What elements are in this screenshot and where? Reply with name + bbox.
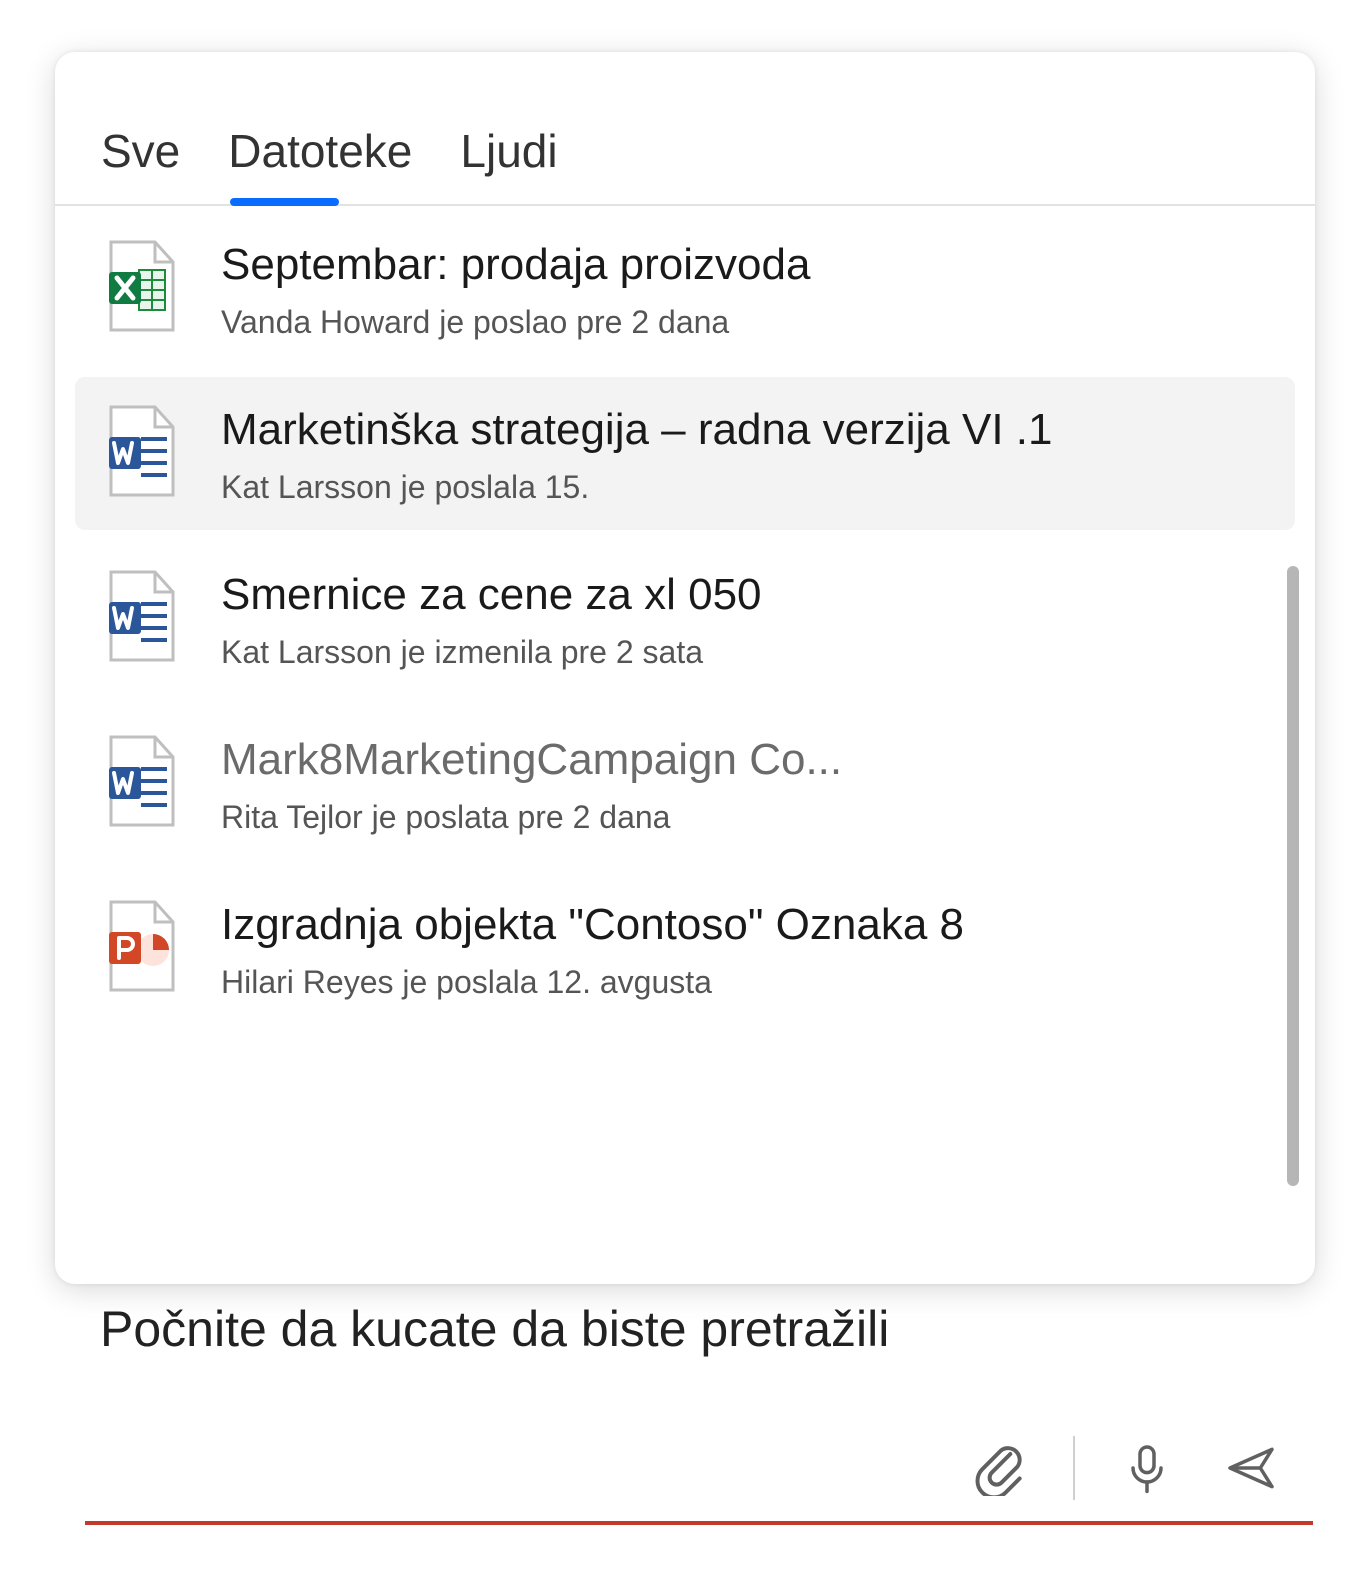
attach-icon[interactable] [969,1436,1033,1500]
file-title: Izgradnja objekta "Contoso" Oznaka 8 [221,900,1269,950]
file-item-body: Septembar: prodaja proizvoda Vanda Howar… [221,240,1269,341]
file-item[interactable]: Marketinška strategija – radna verzija V… [75,377,1295,530]
file-item[interactable]: Izgradnja objekta "Contoso" Oznaka 8 Hil… [55,866,1315,1031]
file-item-body: Marketinška strategija – radna verzija V… [221,405,1269,506]
tab-files[interactable]: Datoteke [228,124,412,204]
file-list: Septembar: prodaja proizvoda Vanda Howar… [55,206,1315,1284]
file-title: Marketinška strategija – radna verzija V… [221,405,1269,455]
file-item-body: Mark8MarketingCampaign Co... Rita Tejlor… [221,735,1269,836]
tab-people[interactable]: Ljudi [460,124,557,204]
word-icon [101,570,181,662]
search-suggestions-panel: Sve Datoteke Ljudi Septembar: prodaja pr… [55,52,1315,1284]
file-item-body: Smernice za cene za xl 050 Kat Larsson j… [221,570,1269,671]
compose-bar [85,1415,1313,1525]
app-frame: Počnite da kucate da biste pretražili Sv… [0,0,1368,1595]
file-subtitle: Vanda Howard je poslao pre 2 dana [221,304,1269,341]
tab-all[interactable]: Sve [101,124,180,204]
send-icon[interactable] [1219,1436,1283,1500]
file-item[interactable]: Mark8MarketingCampaign Co... Rita Tejlor… [55,701,1315,866]
file-subtitle: Kat Larsson je izmenila pre 2 sata [221,634,1269,671]
search-placeholder-text[interactable]: Počnite da kucate da biste pretražili [100,1300,889,1358]
file-title: Smernice za cene za xl 050 [221,570,1269,620]
file-title: Septembar: prodaja proizvoda [221,240,1269,290]
file-title: Mark8MarketingCampaign Co... [221,735,1269,785]
powerpoint-icon [101,900,181,992]
file-item-body: Izgradnja objekta "Contoso" Oznaka 8 Hil… [221,900,1269,1001]
word-icon [101,405,181,497]
excel-icon [101,240,181,332]
separator [1073,1436,1075,1500]
file-subtitle: Kat Larsson je poslala 15. [221,469,1269,506]
mic-icon[interactable] [1115,1436,1179,1500]
file-subtitle: Hilari Reyes je poslala 12. avgusta [221,964,1269,1001]
file-item[interactable]: Smernice za cene za xl 050 Kat Larsson j… [55,536,1315,701]
file-item[interactable]: Septembar: prodaja proizvoda Vanda Howar… [55,206,1315,371]
scrollbar-thumb[interactable] [1287,566,1299,1186]
file-subtitle: Rita Tejlor je poslata pre 2 dana [221,799,1269,836]
tabs: Sve Datoteke Ljudi [55,52,1315,206]
word-icon [101,735,181,827]
